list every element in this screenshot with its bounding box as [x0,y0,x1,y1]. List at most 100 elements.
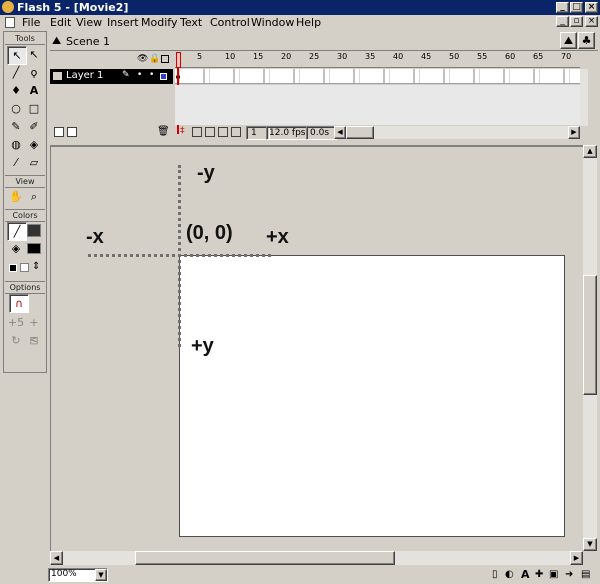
view-header: View [5,175,45,188]
rotate-icon[interactable]: ↻ [7,332,25,349]
launcher-character-icon[interactable]: A [521,568,530,581]
scene-bar: ⛰ Scene 1 ⛰ ♣ [50,31,598,51]
stage-vscroll[interactable]: ▲ ▼ [583,145,597,551]
doc-minimize-button[interactable]: _ [556,16,569,27]
fill-color-swatch[interactable] [27,243,41,254]
stage-scroll-right-button[interactable]: ▶ [570,551,583,565]
onion-skin-icon[interactable] [192,127,202,137]
stage-hscroll-thumb[interactable] [135,551,395,565]
delete-layer-icon[interactable]: 🗑 [157,126,170,137]
ruler-mark: 50 [449,52,460,61]
arrow-tool-icon[interactable]: ↖ [7,46,27,65]
outline-icon[interactable] [161,55,169,63]
menu-view[interactable]: View [76,15,102,30]
lock-icon[interactable]: 🔒 [149,54,160,64]
insert-layer-icon[interactable] [54,127,64,137]
launcher-mixer-icon[interactable]: ◐ [505,569,514,580]
scale-icon[interactable]: ⊡ [25,332,43,349]
add-guide-layer-icon[interactable] [67,127,77,137]
ruler-mark: 65 [533,52,544,61]
zoom-select[interactable]: 100% ▼ [48,568,108,582]
pencil-tool-icon[interactable]: ✎ [7,118,25,135]
stage-scroll-left-button[interactable]: ◀ [50,551,63,565]
oval-tool-icon[interactable]: ○ [7,100,25,117]
menu-insert[interactable]: Insert [107,15,139,30]
hand-tool-icon[interactable]: ✋ [7,188,25,205]
scroll-right-button[interactable]: ▶ [568,126,580,139]
no-color-icon[interactable] [20,263,29,272]
snap-magnet-icon[interactable]: ∩ [9,294,29,313]
ruler-mark: 60 [505,52,516,61]
ruler-mark: 45 [421,52,432,61]
eyedropper-tool-icon[interactable]: ⁄ [7,154,25,171]
edit-multiple-frames-icon[interactable] [218,127,228,137]
playhead[interactable] [176,52,181,68]
launcher-info-icon[interactable]: ▯ [492,569,498,580]
scroll-left-button[interactable]: ◀ [334,126,346,139]
launcher-library-icon[interactable]: ▤ [581,569,590,580]
lasso-tool-icon[interactable]: ϙ [25,64,43,81]
eraser-tool-icon[interactable]: ▱ [25,154,43,171]
stage-workspace[interactable]: -y -x (0, 0) +x +y [50,145,583,551]
subselect-tool-icon[interactable]: ↖ [25,46,43,63]
outline-color-icon[interactable] [160,73,167,80]
layer-header: 👁 🔒 [50,52,173,68]
stage-hscroll[interactable]: ◀ ▶ [50,551,583,565]
stage-scroll-down-button[interactable]: ▼ [583,538,597,551]
stage-scroll-up-button[interactable]: ▲ [583,145,597,158]
launcher-instance-icon[interactable]: ✚ [535,569,543,580]
paint-bucket-tool-icon[interactable]: ◈ [25,136,43,153]
frame-track[interactable] [175,69,580,84]
frame-ruler: 5 10 15 20 25 30 35 40 45 50 55 60 65 70 [175,52,580,68]
stage-canvas[interactable] [179,255,565,537]
launcher-actions-icon[interactable]: ➜ [565,569,573,580]
stroke-color-swatch[interactable] [27,224,41,237]
menu-edit[interactable]: Edit [50,15,71,30]
neg-y-label: -y [197,162,215,184]
close-button[interactable]: × [585,2,598,13]
onion-markers-icon[interactable] [231,127,241,137]
doc-close-button[interactable]: × [585,16,598,27]
straighten-icon[interactable]: +< [25,314,43,346]
menu-control[interactable]: Control [210,15,250,30]
edit-scene-icon[interactable]: ⛰ [560,32,577,49]
launcher-movie-explorer-icon[interactable]: ▣ [549,569,558,580]
default-colors-icon[interactable] [9,264,17,272]
layer-name: Layer 1 [66,70,104,81]
maximize-button[interactable]: □ [570,2,583,13]
line-tool-icon[interactable]: ╱ [7,64,25,81]
stage-vscroll-thumb[interactable] [583,275,597,395]
zoom-dropdown-icon[interactable]: ▼ [95,569,107,581]
zoom-value: 100% [51,569,77,579]
ink-bottle-tool-icon[interactable]: ◍ [7,136,25,153]
center-frame-icon[interactable]: ‡ [180,126,185,136]
flash-app-icon [2,1,14,13]
onion-outline-icon[interactable] [205,127,215,137]
ruler-mark: 5 [197,52,203,61]
menu-help[interactable]: Help [296,15,321,30]
rectangle-tool-icon[interactable]: □ [25,100,43,117]
tools-panel: Tools ↖ ↖ ╱ ϙ ♦ A ○ □ ✎ ✐ ◍ ◈ ⁄ ▱ View ✋… [3,31,47,373]
fill-color-icon[interactable]: ◈ [7,240,25,257]
menu-modify[interactable]: Modify [141,15,177,30]
menu-file[interactable]: File [22,15,40,30]
scroll-thumb[interactable] [346,126,374,139]
text-tool-icon[interactable]: A [25,82,43,99]
timeline-hscroll[interactable]: ◀ ▶ [334,126,580,139]
smooth-icon[interactable]: +5 [7,314,25,331]
menu-window[interactable]: Window [251,15,294,30]
doc-restore-button[interactable]: ▫ [570,16,583,27]
visible-dot-icon[interactable]: • [137,70,142,80]
zoom-tool-icon[interactable]: ⌕ [25,188,43,205]
minimize-button[interactable]: _ [556,2,569,13]
swap-colors-icon[interactable]: ⇕ [32,261,40,272]
eye-icon[interactable]: 👁 [137,54,148,64]
edit-symbols-icon[interactable]: ♣ [578,32,595,49]
layer-row[interactable]: Layer 1 ✎ • • [50,69,173,84]
menu-text[interactable]: Text [180,15,202,30]
pen-tool-icon[interactable]: ♦ [7,82,25,99]
brush-tool-icon[interactable]: ✐ [25,118,43,135]
timeline-vscroll[interactable] [580,69,588,126]
stroke-color-icon[interactable]: ╱ [7,222,27,241]
lock-dot-icon[interactable]: • [149,70,154,80]
